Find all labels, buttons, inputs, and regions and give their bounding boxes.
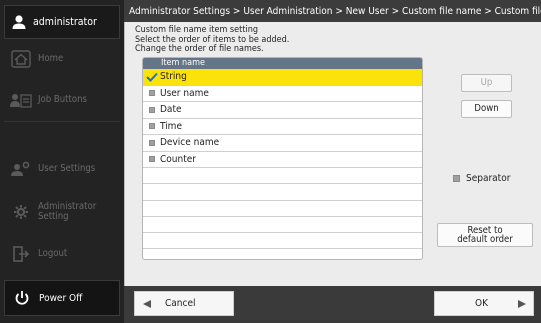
description: Custom file name item setting Select the… <box>135 25 289 55</box>
ok-button[interactable]: OK <box>434 291 534 316</box>
list-item-user-name[interactable]: User name <box>143 86 422 102</box>
sidebar-item-home[interactable]: Home <box>4 41 120 77</box>
list-item-date[interactable]: Date <box>143 102 422 119</box>
wrench-icon <box>4 204 38 220</box>
user-name: administrator <box>33 16 97 28</box>
sidebar-item-label: Administrator Setting <box>38 201 97 222</box>
down-button[interactable]: Down <box>461 100 512 118</box>
list-item-label: User name <box>160 87 209 99</box>
sidebar-item-logout[interactable]: Logout <box>4 236 120 272</box>
list-item-empty <box>143 233 422 250</box>
main-panel: Custom file name item setting Select the… <box>124 22 541 286</box>
list-item-time[interactable]: Time <box>143 119 422 135</box>
list-item-empty <box>143 168 422 185</box>
unselected-square-icon <box>148 156 155 163</box>
unselected-square-icon <box>148 123 155 130</box>
logout-icon <box>4 246 38 262</box>
list-item-counter[interactable]: Counter <box>143 152 422 168</box>
up-button-label: Up <box>480 77 493 89</box>
divider <box>4 121 120 122</box>
list-item-empty <box>143 217 422 234</box>
list-item-label: Date <box>160 104 182 116</box>
sidebar-item-label: Logout <box>38 248 68 259</box>
ok-label: OK <box>475 298 488 309</box>
list-item-empty <box>143 249 422 259</box>
user-settings-icon <box>4 161 38 177</box>
power-icon <box>5 290 39 306</box>
cancel-button[interactable]: Cancel <box>134 291 234 316</box>
reset-default-order-button[interactable]: Reset to default order <box>437 223 533 247</box>
sidebar-item-user-settings[interactable]: User Settings <box>4 151 120 187</box>
description-line: Change the order of file names. <box>135 44 264 54</box>
list-item-empty <box>143 201 422 217</box>
power-off-label: Power Off <box>39 292 83 304</box>
list-header: Item name <box>143 58 422 69</box>
up-button[interactable]: Up <box>461 74 512 92</box>
person-icon <box>5 14 33 30</box>
sidebar-item-label: Home <box>38 53 64 64</box>
reset-button-line2: default order <box>457 234 513 245</box>
unselected-square-icon <box>453 175 460 182</box>
down-button-label: Down <box>474 103 499 115</box>
sidebar-item-administrator-setting[interactable]: Administrator Setting <box>4 194 120 230</box>
list-item-string[interactable]: String <box>143 69 422 86</box>
list-item-label: Time <box>160 120 182 132</box>
breadcrumb-text: Administrator Settings > User Administra… <box>129 5 541 17</box>
list-item-label: String <box>160 71 187 83</box>
unselected-square-icon <box>148 139 155 146</box>
footer-bar: Cancel OK <box>124 286 541 323</box>
job-buttons-icon <box>4 92 38 108</box>
breadcrumb: Administrator Settings > User Administra… <box>124 0 541 22</box>
power-off-button[interactable]: Power Off <box>4 280 120 316</box>
list-item-empty <box>143 184 422 201</box>
sidebar-item-label: User Settings <box>38 163 96 174</box>
cancel-label: Cancel <box>165 298 196 309</box>
left-arrow-icon <box>135 299 159 309</box>
unselected-square-icon <box>148 106 155 113</box>
home-icon <box>4 50 38 68</box>
list-item-label: Counter <box>160 153 196 165</box>
separator-label: Separator <box>466 173 511 184</box>
right-arrow-icon <box>511 299 533 309</box>
user-badge: administrator <box>4 5 120 39</box>
sidebar-item-label: Job Buttons <box>38 94 87 105</box>
sidebar-item-job-buttons[interactable]: Job Buttons <box>4 82 120 118</box>
separator-option[interactable]: Separator <box>453 173 510 184</box>
item-list: Item name String User name Date Time Dev… <box>142 57 423 260</box>
sidebar: administrator Home Job Buttons User Sett… <box>0 0 124 323</box>
checkmark-icon <box>143 72 160 82</box>
unselected-square-icon <box>148 90 155 97</box>
list-item-label: Device name <box>160 137 220 149</box>
list-item-device-name[interactable]: Device name <box>143 135 422 152</box>
